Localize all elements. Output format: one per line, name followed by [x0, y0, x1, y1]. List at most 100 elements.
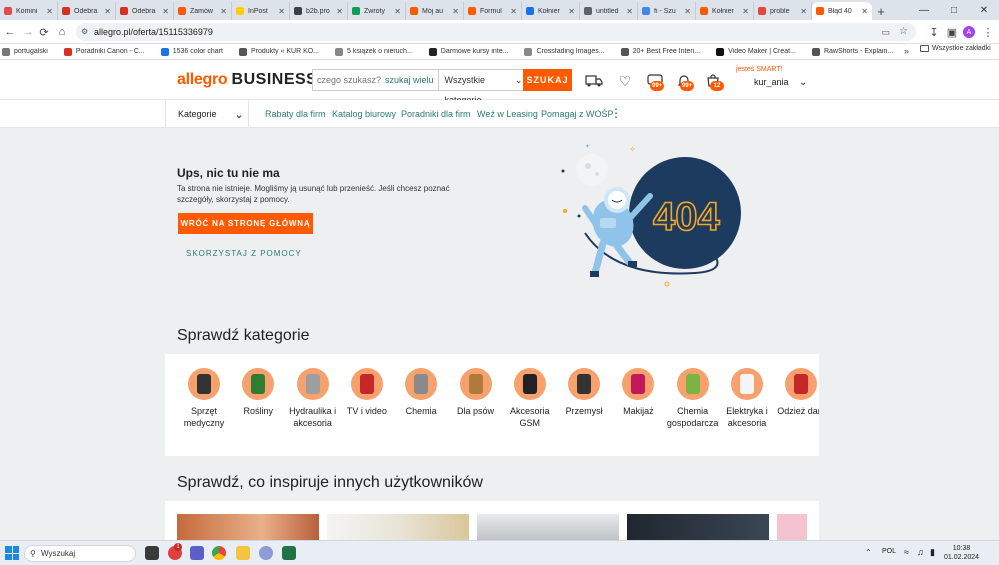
tab-close-icon[interactable]: ✕: [104, 7, 111, 16]
browser-tab-active[interactable]: Błąd 40 ✕: [812, 2, 872, 20]
forward-icon[interactable]: →: [20, 24, 36, 40]
category-item[interactable]: Akcesoria GSM: [503, 368, 557, 429]
battery-icon[interactable]: ▮: [930, 547, 935, 558]
tab-close-icon[interactable]: ✕: [800, 7, 807, 16]
inspiration-tile[interactable]: [177, 514, 319, 540]
category-item[interactable]: Chemia gospodarcza: [666, 368, 720, 429]
bookmarks-more-icon[interactable]: »: [904, 46, 909, 56]
profile-avatar[interactable]: A: [963, 26, 975, 38]
back-icon[interactable]: ←: [2, 24, 18, 40]
allegro-business-logo[interactable]: allegro BUSINESS: [177, 71, 317, 89]
tab-close-icon[interactable]: ✕: [46, 7, 53, 16]
language-indicator[interactable]: POL: [882, 548, 896, 555]
category-select[interactable]: Wszystkie kategorie ⌄: [439, 70, 529, 105]
search-input[interactable]: [313, 70, 381, 90]
bookmark-item[interactable]: Produkty « KUR KO...: [237, 47, 319, 56]
home-icon[interactable]: ⌂: [54, 24, 70, 40]
tab-close-icon[interactable]: ✕: [278, 7, 285, 16]
install-app-icon[interactable]: ▭: [881, 23, 890, 41]
browser-tab[interactable]: Odebra ✕: [116, 2, 174, 20]
taskbar-clock[interactable]: 10:38 01.02.2024: [944, 544, 979, 562]
inspiration-tile[interactable]: [777, 514, 807, 540]
browser-tab[interactable]: Formul ✕: [464, 2, 522, 20]
category-item[interactable]: Dla psów: [449, 368, 503, 417]
excel-icon[interactable]: [282, 546, 296, 560]
browser-tab[interactable]: Odebra ✕: [58, 2, 116, 20]
bookmark-star-icon[interactable]: ☆: [899, 23, 908, 41]
tab-close-icon[interactable]: ✕: [162, 7, 169, 16]
tab-close-icon[interactable]: ✕: [394, 7, 401, 16]
browser-tab[interactable]: Zamów ✕: [174, 2, 232, 20]
category-item[interactable]: Sprzęt medyczny: [177, 368, 231, 429]
user-menu[interactable]: kur_ania ⌄: [754, 77, 807, 88]
catbar-link-leasing[interactable]: Weź w Leasing: [477, 109, 538, 119]
bookmark-item[interactable]: 20+ Best Free Interi...: [619, 47, 700, 56]
category-item[interactable]: Makijaż: [611, 368, 665, 417]
truck-icon[interactable]: [585, 72, 603, 90]
bookmark-item[interactable]: Crossfading Images...: [522, 47, 605, 56]
catbar-link-katalog[interactable]: Katalog biurowy: [332, 109, 396, 119]
close-window-button[interactable]: ✕: [969, 0, 999, 20]
category-item[interactable]: Hydraulika i akcesoria: [286, 368, 340, 429]
teams-icon[interactable]: [190, 546, 204, 560]
minimize-button[interactable]: —: [909, 0, 939, 20]
bookmark-item[interactable]: portugalski: [0, 47, 48, 56]
browser-tab[interactable]: Kołnier ✕: [696, 2, 754, 20]
tab-close-icon[interactable]: ✕: [452, 7, 459, 16]
chrome-icon[interactable]: [212, 546, 226, 560]
bookmark-item[interactable]: 1536 color chart: [159, 47, 223, 56]
category-item[interactable]: Elektryka i akcesoria: [720, 368, 774, 429]
tab-close-icon[interactable]: ✕: [626, 7, 633, 16]
volume-icon[interactable]: ♫: [917, 547, 924, 557]
catbar-link-poradniki[interactable]: Poradniki dla firm: [401, 109, 471, 119]
site-info-icon[interactable]: ⚙: [81, 23, 88, 41]
tray-overflow-icon[interactable]: ⌃: [865, 548, 872, 557]
file-explorer-icon[interactable]: [236, 546, 250, 560]
maximize-button[interactable]: □: [939, 0, 969, 20]
browser-tab[interactable]: fi - Szu ✕: [638, 2, 696, 20]
tab-close-icon[interactable]: ✕: [861, 7, 868, 16]
wifi-icon[interactable]: ≈: [904, 547, 909, 557]
bookmark-item[interactable]: RawShorts - Explain...: [810, 47, 893, 56]
tab-close-icon[interactable]: ✕: [684, 7, 691, 16]
browser-tab[interactable]: untitled ✕: [580, 2, 638, 20]
category-item[interactable]: Odzież dam: [774, 368, 819, 417]
category-item[interactable]: TV i video: [340, 368, 394, 417]
category-item[interactable]: Rośliny: [231, 368, 285, 417]
browser-tab[interactable]: b2b.pro ✕: [290, 2, 348, 20]
category-item[interactable]: Chemia: [394, 368, 448, 417]
menu-kebab-icon[interactable]: ⋮: [980, 24, 996, 40]
catbar-link-wosp[interactable]: Pomagaj z WOŚP: [541, 109, 614, 119]
category-item[interactable]: Przemysł: [557, 368, 611, 417]
search-button[interactable]: SZUKAJ: [523, 69, 572, 91]
browser-tab[interactable]: Mój au ✕: [406, 2, 464, 20]
categories-dropdown[interactable]: Kategorie ⌄: [165, 100, 249, 128]
browser-tab[interactable]: proble ✕: [754, 2, 812, 20]
browser-tab[interactable]: Zwroty ✕: [348, 2, 406, 20]
bookmark-item[interactable]: Video Maker | Creat...: [714, 47, 796, 56]
help-link[interactable]: SKORZYSTAJ Z POMOCY: [186, 249, 302, 258]
side-panel-icon[interactable]: ▣: [944, 24, 960, 40]
new-tab-button[interactable]: +: [872, 2, 890, 20]
tab-close-icon[interactable]: ✕: [510, 7, 517, 16]
inspiration-tile[interactable]: [627, 514, 769, 540]
tab-close-icon[interactable]: ✕: [336, 7, 343, 16]
download-icon[interactable]: ↧: [926, 24, 942, 40]
heart-icon[interactable]: ♡: [616, 72, 634, 90]
taskbar-search[interactable]: ⚲ Wyszukaj: [24, 545, 136, 562]
inspiration-tile[interactable]: [477, 514, 619, 540]
reload-icon[interactable]: ⟳: [36, 24, 52, 40]
catbar-link-rabaty[interactable]: Rabaty dla firm: [265, 109, 326, 119]
task-view-icon[interactable]: [145, 546, 159, 560]
back-to-home-button[interactable]: WRÓĆ NA STRONĘ GŁÓWNĄ: [178, 213, 313, 234]
browser-tab[interactable]: Kołnier ✕: [522, 2, 580, 20]
bookmark-item[interactable]: Darmowe kursy inte...: [427, 47, 508, 56]
url-bar[interactable]: ⚙ allegro.pl/oferta/15115336979 ▭ ☆: [76, 23, 916, 41]
bookmark-item[interactable]: Poradniki Canon - C...: [62, 47, 145, 56]
more-links-icon[interactable]: ⋮: [610, 106, 622, 120]
bookmark-item[interactable]: 5 książek o nieruch...: [333, 47, 413, 56]
search-multi-link[interactable]: szukaj wielu: [381, 70, 439, 90]
app-icon[interactable]: [259, 546, 273, 560]
tab-close-icon[interactable]: ✕: [742, 7, 749, 16]
tab-close-icon[interactable]: ✕: [220, 7, 227, 16]
